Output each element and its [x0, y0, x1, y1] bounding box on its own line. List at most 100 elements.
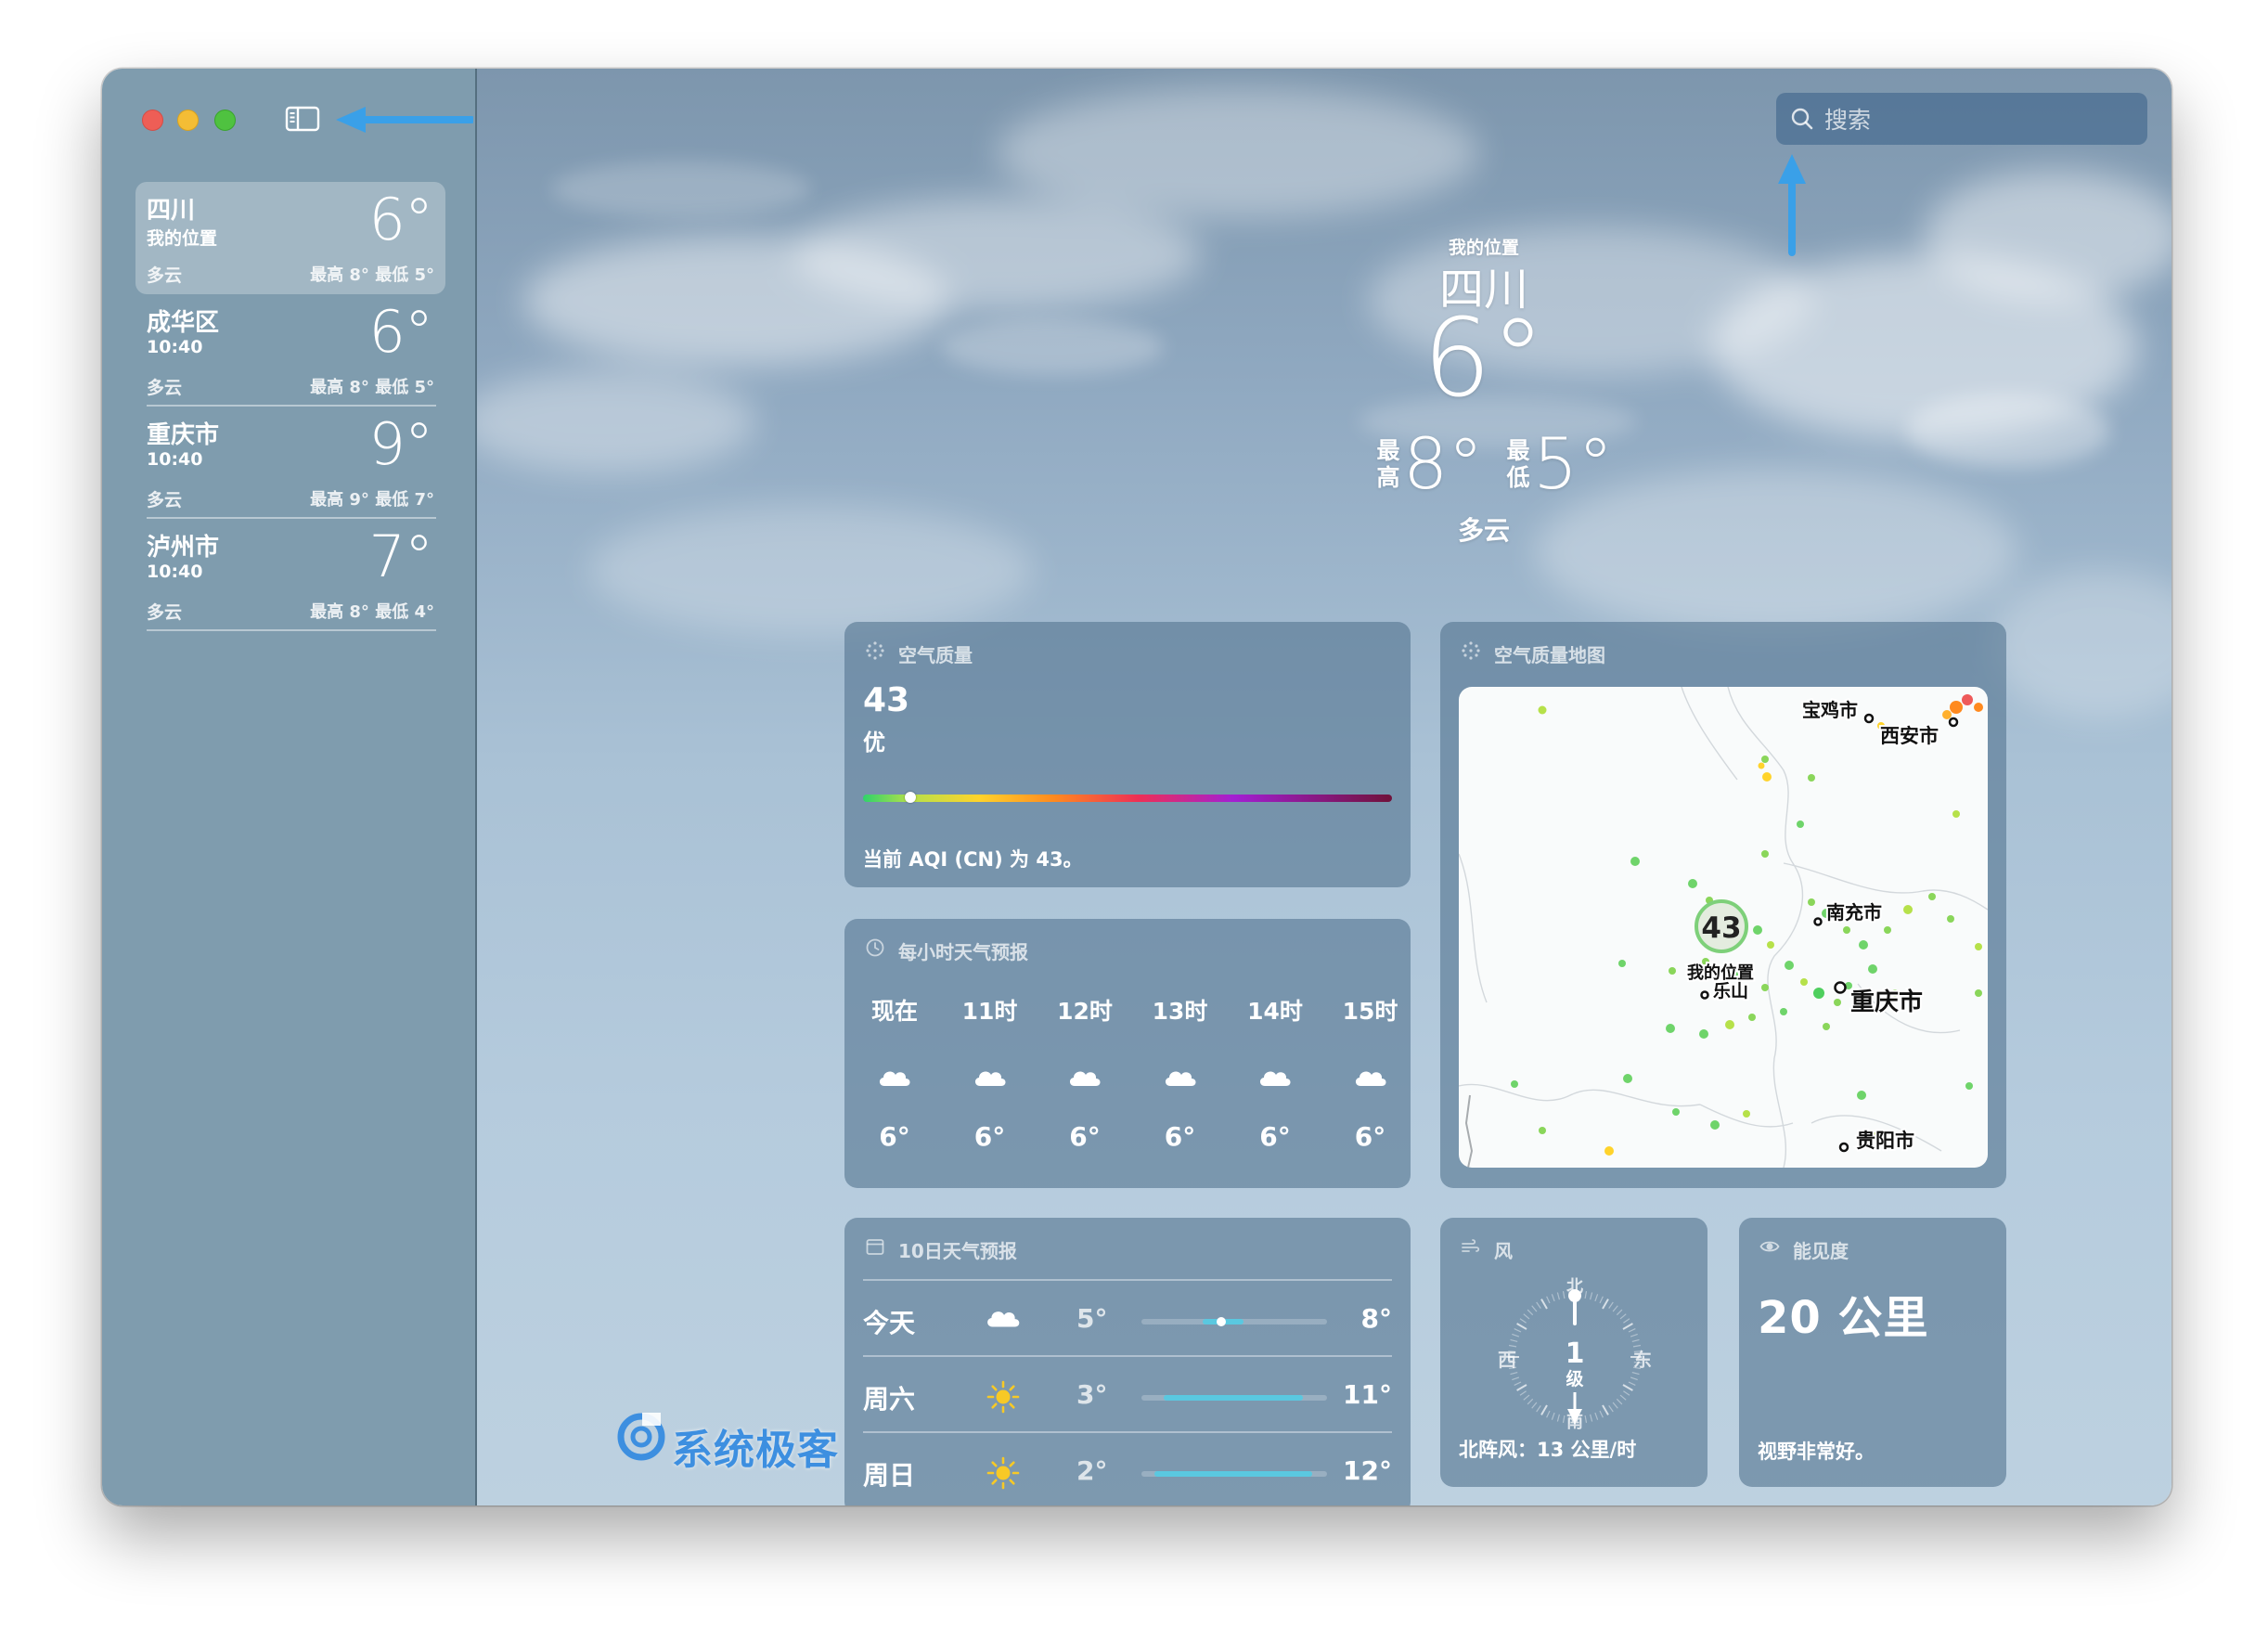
hero-high-low: 最高 8° 最低 5°: [1256, 429, 1711, 503]
cloud-icon: [972, 1064, 1009, 1090]
high-temperature: 8°: [1403, 422, 1484, 505]
calendar-icon: [866, 1239, 884, 1255]
ten-day-forecast-card[interactable]: 10日天气预报 今天 5° 8° 周六 3° 11° 周日 2° 12°: [844, 1218, 1411, 1505]
cloud-icon: [1352, 1064, 1389, 1090]
search-input[interactable]: [1823, 93, 2133, 147]
wind-compass: 北 西 东 南 1 级: [1498, 1277, 1652, 1432]
map-city-guiyang: 贵阳市: [1856, 1130, 1914, 1152]
day-high-temperature: 12°: [1343, 1455, 1392, 1486]
eye-icon: [1759, 1241, 1780, 1252]
hour-temperature: 6°: [879, 1121, 910, 1152]
temperature-range-fill: [1154, 1471, 1312, 1477]
location-item[interactable]: 成华区 10:40 6° 多云 最高 8° 最低 5°: [135, 294, 445, 407]
location-temperature: 6°: [368, 186, 433, 253]
location-name: 四川: [147, 197, 196, 225]
visibility-value: 20 公里: [1758, 1292, 1929, 1344]
air-quality-map-card[interactable]: 空气质量地图 43 宝鸡市 西安市 南充市 我的位置 乐山 重庆市 贵阳市: [1440, 622, 2006, 1188]
temperature-range-bar: [1141, 1395, 1327, 1401]
hourly-item: 14时 6°: [1229, 919, 1321, 1188]
wind-level-unit: 级: [1566, 1368, 1583, 1389]
location-high-low: 最高 9° 最低 7°: [310, 490, 434, 510]
wind-card[interactable]: 风 北 西 东 南 1 级 北阵风：13 公里/时: [1440, 1218, 1707, 1487]
day-low-temperature: 2°: [1076, 1455, 1108, 1486]
compass-west: 西: [1498, 1349, 1516, 1371]
air-quality-title: 空气质量: [898, 644, 973, 666]
annotation-arrow-left-icon: [336, 107, 473, 133]
location-item[interactable]: 重庆市 10:40 9° 多云 最高 9° 最低 7°: [135, 407, 445, 519]
daily-forecast-row[interactable]: 周六 3° 11°: [844, 1357, 1411, 1437]
location-item[interactable]: 四川 我的位置 6° 多云 最高 8° 最低 5°: [135, 182, 445, 294]
map-location-marker[interactable]: 43: [1695, 899, 1748, 953]
cloud-icon: [984, 1303, 1023, 1338]
sidebar-toggle-icon[interactable]: [284, 104, 321, 134]
hero-temperature: 6°: [1423, 296, 1545, 421]
cloud-icon: [1066, 1064, 1103, 1090]
hourly-item: 11时 6°: [944, 919, 1037, 1188]
hero-condition: 多云: [1457, 515, 1510, 546]
map-marker-label: 我的位置: [1687, 963, 1754, 983]
sidebar: 四川 我的位置 6° 多云 最高 8° 最低 5° 成华区 10:40 6° 多云 最高 8° 最…: [102, 69, 477, 1505]
hour-label: 11时: [961, 998, 1018, 1025]
watermark-text: 系统极客: [672, 1427, 839, 1474]
hour-temperature: 6°: [973, 1121, 1006, 1152]
location-subtitle: 10:40: [147, 337, 203, 357]
close-window-button[interactable]: [142, 110, 163, 131]
air-quality-map[interactable]: 43 宝鸡市 西安市 南充市 我的位置 乐山 重庆市 贵阳市: [1459, 687, 1988, 1168]
location-name: 重庆市: [147, 421, 220, 449]
location-subtitle: 10:40: [147, 449, 203, 470]
cloud-icon: [1162, 1064, 1199, 1090]
search-box[interactable]: [1776, 93, 2147, 147]
temperature-range-bar: [1141, 1471, 1327, 1477]
daily-forecast-row[interactable]: 周日 2° 12°: [844, 1433, 1411, 1505]
hour-temperature: 6°: [1069, 1121, 1101, 1152]
location-name: 泸州市: [147, 534, 220, 562]
temperature-range-bar: [1141, 1317, 1327, 1326]
low-caption: 最低: [1506, 437, 1530, 491]
annotation-arrow-up-icon: [1778, 154, 1806, 256]
compass-east: 东: [1633, 1349, 1652, 1371]
location-condition: 多云: [147, 490, 183, 510]
air-quality-card[interactable]: 空气质量 43 优 当前 AQI (CN) 为 43。: [844, 622, 1411, 887]
location-high-low: 最高 8° 最低 5°: [310, 265, 434, 285]
temperature-range-fill: [1164, 1395, 1303, 1401]
weather-main-panel: 我的位置 四川 6° 最高 8° 最低 5° 多云 空气质量 43 优: [477, 69, 2171, 1505]
hour-label: 13时: [1152, 998, 1208, 1025]
map-city-chongqing: 重庆市: [1850, 988, 1923, 1016]
location-name: 成华区: [147, 309, 220, 337]
zoom-window-button[interactable]: [214, 110, 236, 131]
map-city-leshan: 乐山: [1713, 981, 1748, 1001]
cloud-icon: [1256, 1064, 1294, 1090]
map-city-baoji: 宝鸡市: [1802, 699, 1858, 721]
aqi-level: 优: [863, 730, 885, 756]
map-marker-value: 43: [1701, 911, 1741, 945]
daily-forecast-row[interactable]: 今天 5° 8°: [844, 1281, 1411, 1361]
location-divider: [147, 629, 436, 631]
location-item[interactable]: 泸州市 10:40 7° 多云 最高 8° 最低 4°: [135, 519, 445, 631]
cloud-icon: [876, 1064, 913, 1090]
hourly-item: 现在 6°: [848, 919, 941, 1188]
hour-temperature: 6°: [1164, 1121, 1196, 1152]
air-quality-map-graphic: 43 宝鸡市 西安市 南充市 我的位置 乐山 重庆市 贵阳市: [1459, 687, 1988, 1168]
hourly-item: 15时 6°: [1324, 919, 1411, 1188]
high-caption: 最高: [1376, 437, 1400, 491]
hourly-forecast-card[interactable]: 每小时天气预报 现在 6° 11时 6° 12时 6° 13时 6° 14时 6° 15时 6°: [844, 919, 1411, 1188]
location-temperature: 7°: [368, 523, 433, 590]
location-high-low: 最高 8° 最低 4°: [310, 602, 434, 622]
day-high-temperature: 8°: [1360, 1303, 1392, 1334]
air-quality-icon: [866, 641, 884, 660]
location-list: 四川 我的位置 6° 多云 最高 8° 最低 5° 成华区 10:40 6° 多云 最高 8° 最…: [135, 182, 445, 631]
visibility-title: 能见度: [1793, 1240, 1849, 1262]
search-icon: [1791, 108, 1813, 130]
hour-label: 15时: [1342, 998, 1398, 1025]
aqi-description: 当前 AQI (CN) 为 43。: [863, 848, 1083, 871]
location-condition: 多云: [147, 378, 183, 398]
air-quality-map-icon: [1462, 641, 1480, 660]
air-quality-map-title: 空气质量地图: [1494, 644, 1605, 666]
compass-north: 北: [1566, 1277, 1583, 1297]
minimize-window-button[interactable]: [177, 110, 199, 131]
map-city-nanchong: 南充市: [1826, 901, 1882, 924]
visibility-card[interactable]: 能见度 20 公里 视野非常好。: [1739, 1218, 2006, 1487]
watermark-logo-icon: [617, 1413, 665, 1461]
location-high-low: 最高 8° 最低 5°: [310, 378, 434, 397]
visibility-description: 视野非常好。: [1758, 1441, 1875, 1463]
